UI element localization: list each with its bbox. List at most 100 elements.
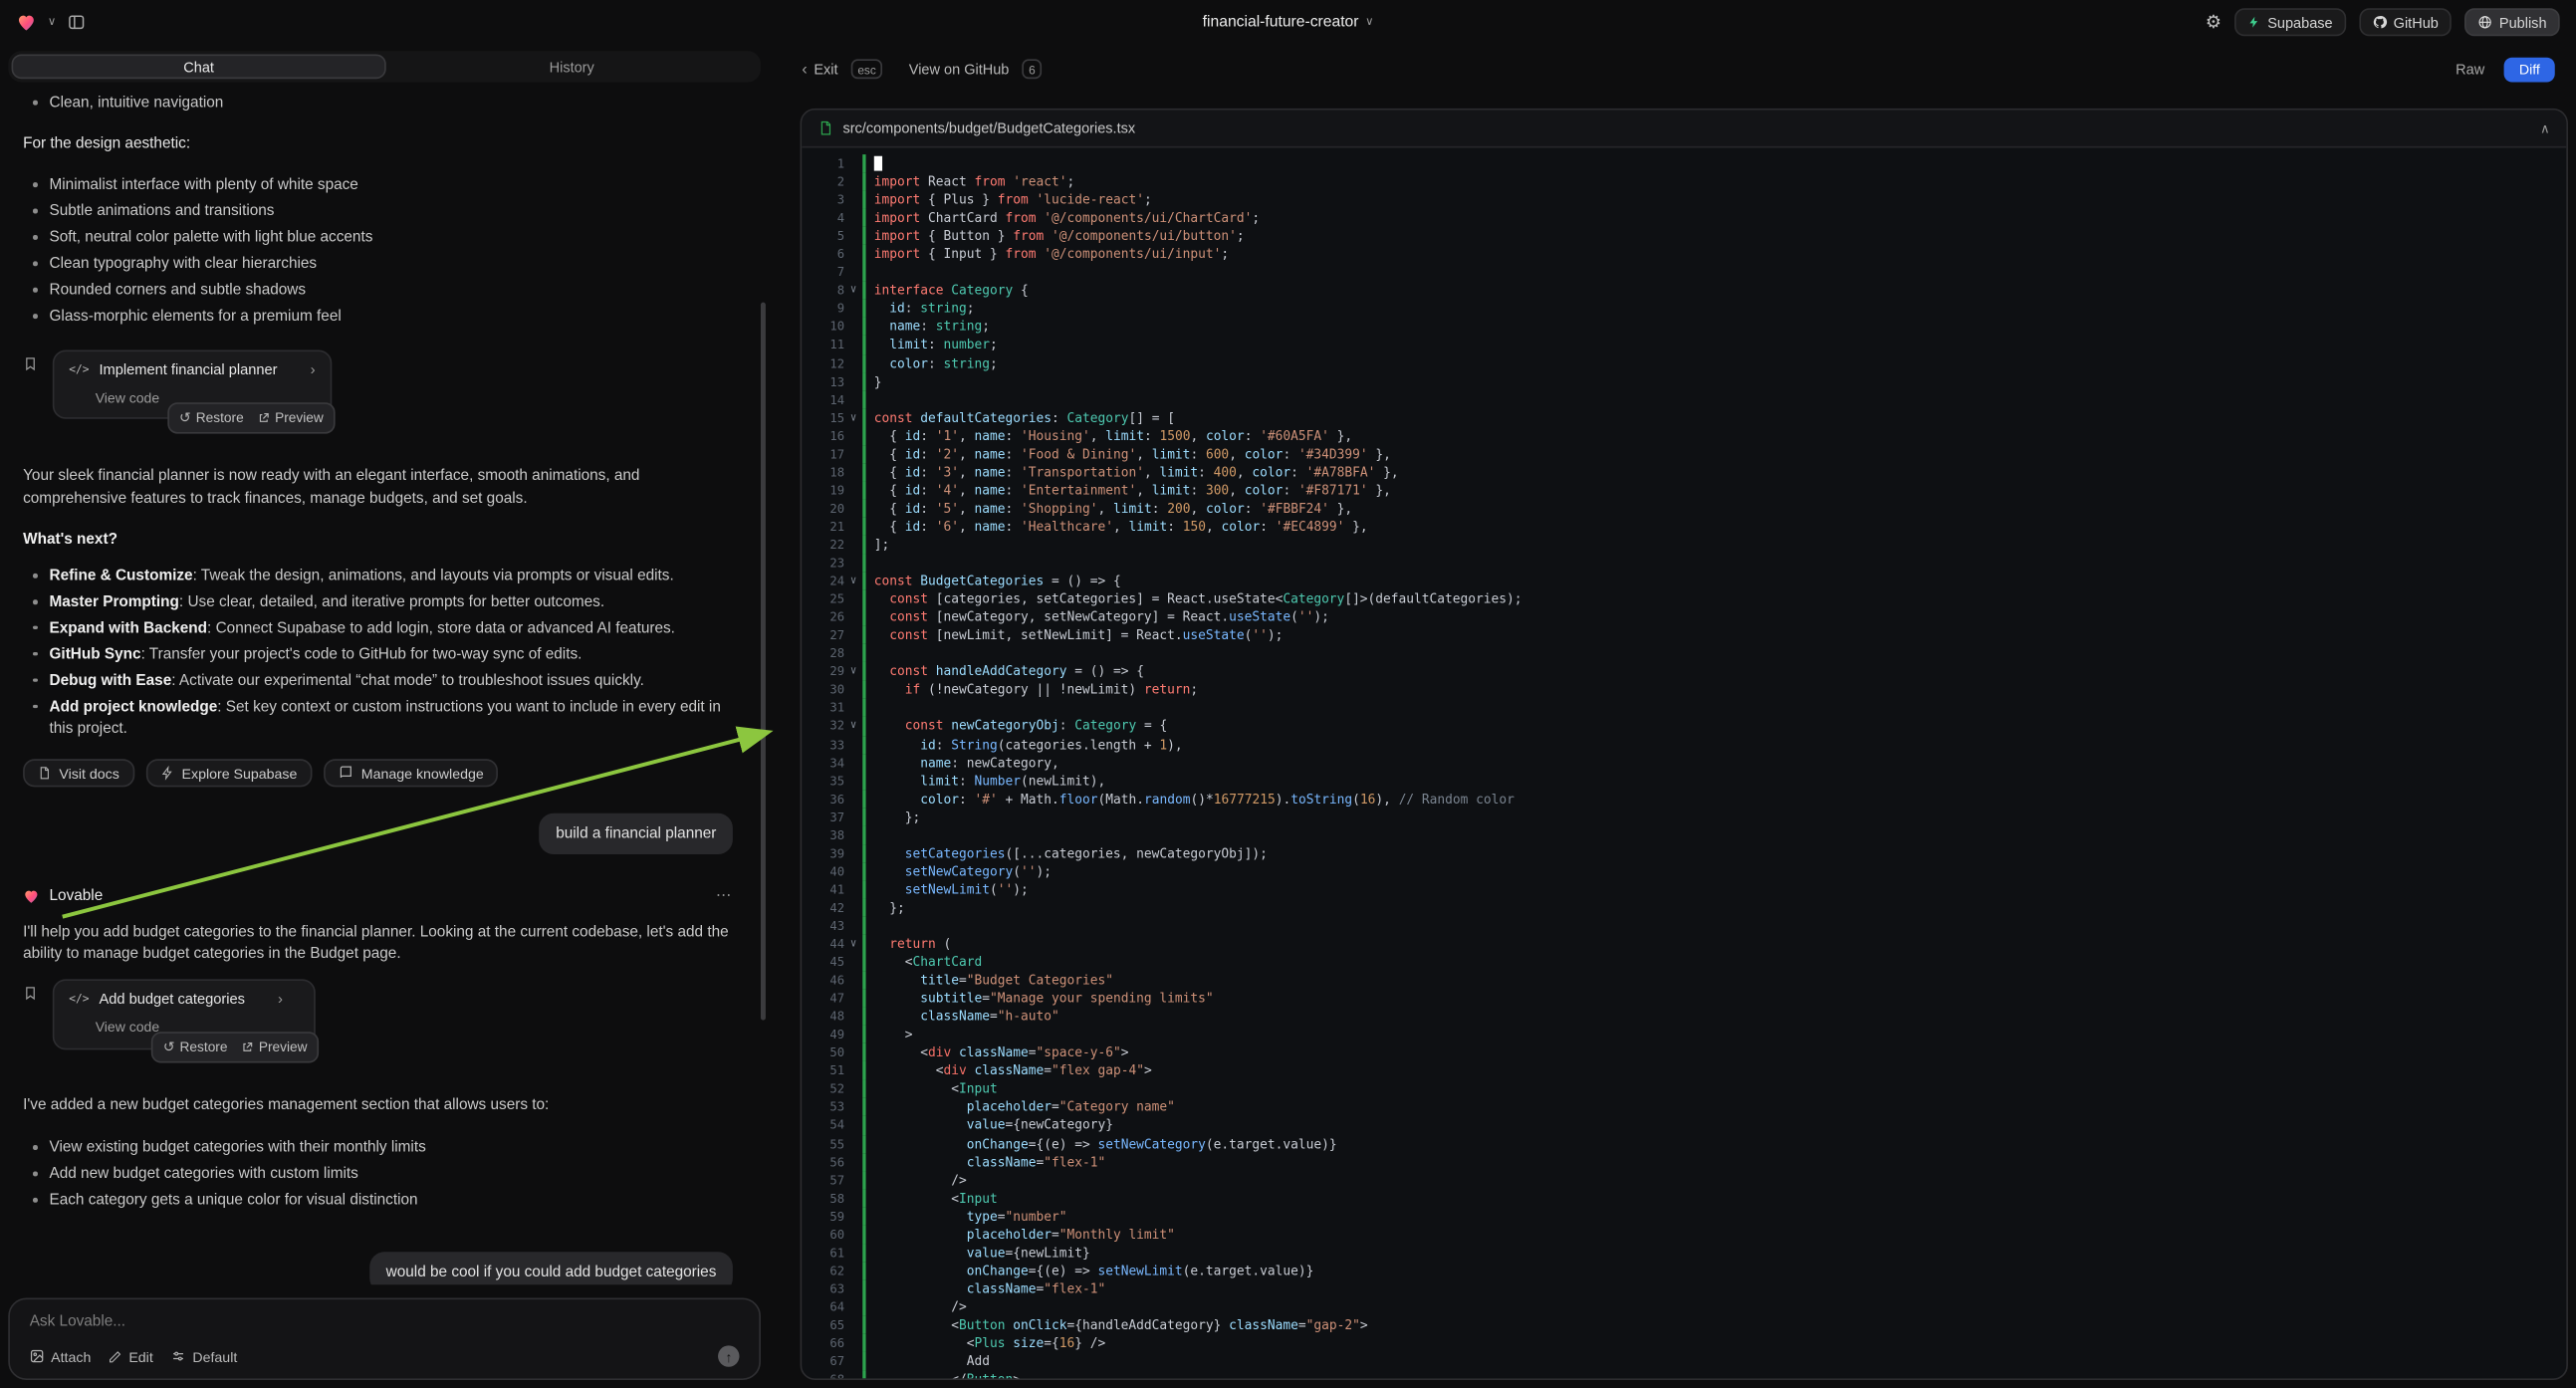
list-item: Each category gets a unique color for vi… [30,1190,746,1211]
code-line: 19 { id: '4', name: 'Entertainment', lim… [802,481,2566,499]
code-line: 9 id: string; [802,300,2566,318]
file-header[interactable]: src/components/budget/BudgetCategories.t… [802,111,2566,148]
chat-scroll-area[interactable]: Clean, intuitive navigation For the desi… [0,83,769,1285]
attach-image-icon [30,1349,45,1364]
code-editor[interactable]: 12import React from 'react';3import { Pl… [802,148,2566,1379]
code-line: 44∨ return ( [802,935,2566,953]
visit-docs-button[interactable]: Visit docs [23,760,134,788]
raw-view-button[interactable]: Raw [2456,61,2484,77]
list-item: Clean typography with clear hierarchies [30,253,746,274]
fold-chevron-icon[interactable]: ∨ [844,935,862,953]
code-line: 54 value={newCategory} [802,1116,2566,1134]
list-item: Soft, neutral color palette with light b… [30,227,746,248]
preview-button[interactable]: Preview [259,407,324,428]
restore-button[interactable]: ↺ Restore [179,407,244,428]
book-icon [339,767,353,782]
code-line: 30 if (!newCategory || !newLimit) return… [802,681,2566,699]
preview-button[interactable]: Preview [242,1038,307,1058]
view-on-github-button[interactable]: View on GitHub 6 [909,59,1043,79]
fold-chevron-icon[interactable]: ∨ [844,282,862,300]
lovable-logo-heart-icon[interactable] [17,13,37,31]
bookmark-icon[interactable] [23,354,38,419]
publish-button[interactable]: Publish [2464,8,2559,36]
supabase-bolt-icon [2247,15,2260,30]
list-item: Add new budget categories with custom li… [30,1164,746,1185]
list-item: Expand with Backend: Connect Supabase to… [30,617,746,638]
code-line: 12 color: string; [802,354,2566,372]
code-line: 62 onChange={(e) => setNewLimit(e.target… [802,1262,2566,1279]
pencil-icon [110,1349,122,1362]
text-cursor [874,156,881,170]
code-line: 8∨interface Category { [802,282,2566,300]
partial-bullet-list: Clean, intuitive navigation [30,92,746,113]
diff-view-button[interactable]: Diff [2504,57,2555,82]
code-line: 63 className="flex-1" [802,1279,2566,1297]
more-options-icon[interactable]: ⋯ [716,886,733,907]
github-button[interactable]: GitHub [2359,8,2452,36]
code-line: 41 setNewLimit(''); [802,880,2566,898]
fold-chevron-icon[interactable]: ∨ [844,662,862,680]
fold-chevron-icon[interactable]: ∨ [844,408,862,426]
bookmark-icon[interactable] [23,985,38,1049]
list-item: Add project knowledge: Set key context o… [30,696,746,738]
restore-button[interactable]: ↺ Restore [163,1038,228,1058]
sliders-icon [171,1349,186,1364]
code-line: 40 setNewCategory(''); [802,862,2566,880]
code-line: 18 { id: '3', name: 'Transportation', li… [802,463,2566,481]
exit-button[interactable]: ‹ Exit esc [802,59,882,79]
code-line: 1 [802,154,2566,172]
code-line: 17 { id: '2', name: 'Food & Dining', lim… [802,445,2566,463]
model-selector-button[interactable]: Default [171,1348,237,1365]
docs-icon [38,767,51,782]
code-line: 60 placeholder="Monthly limit" [802,1226,2566,1244]
publish-label: Publish [2499,14,2547,31]
code-line: 67 Add [802,1352,2566,1370]
toggle-sidebar-icon[interactable] [68,13,86,31]
code-line: 13} [802,372,2566,390]
esc-key-badge: esc [851,59,883,79]
code-line: 21 { id: '6', name: 'Healthcare', limit:… [802,518,2566,536]
chat-input[interactable]: Ask Lovable... [30,1312,740,1329]
edit-mode-button[interactable]: Edit [110,1348,153,1365]
code-line: 49 > [802,1026,2566,1043]
code-line: 48 className="h-auto" [802,1008,2566,1026]
list-item: Subtle animations and transitions [30,200,746,221]
list-item: Clean, intuitive navigation [30,92,746,113]
project-switcher[interactable]: financial-future-creator ∨ [1203,13,1374,31]
external-link-icon [242,1042,254,1054]
design-aesthetic-heading: For the design aesthetic: [23,132,746,154]
code-line: 38 [802,826,2566,844]
code-line: 34 name: newCategory, [802,754,2566,772]
code-line: 42 }; [802,898,2566,916]
manage-knowledge-button[interactable]: Manage knowledge [324,760,499,788]
tab-history[interactable]: History [386,54,758,79]
code-line: 32∨ const newCategoryObj: Category = { [802,717,2566,735]
code-line: 51 <div className="flex gap-4"> [802,1061,2566,1079]
logo-chevron-down-icon[interactable]: ∨ [48,17,56,29]
explore-supabase-button[interactable]: Explore Supabase [145,760,312,788]
code-line: 53 placeholder="Category name" [802,1098,2566,1116]
fold-chevron-icon[interactable]: ∨ [844,717,862,735]
list-item: Master Prompting: Use clear, detailed, a… [30,591,746,612]
added-section-intro: I've added a new budget categories manag… [23,1094,746,1116]
tab-chat[interactable]: Chat [12,54,386,79]
supabase-button[interactable]: Supabase [2234,8,2346,36]
code-line: 43 [802,917,2566,935]
list-item: Minimalist interface with plenty of whit… [30,174,746,195]
fold-chevron-icon[interactable]: ∨ [844,572,862,589]
chat-scrollbar-thumb[interactable] [761,303,766,1021]
chevron-up-icon[interactable]: ∧ [2540,120,2550,135]
code-line: 26 const [newCategory, setNewCategory] =… [802,608,2566,626]
send-button[interactable]: ↑ [718,1345,739,1366]
list-item: View existing budget categories with the… [30,1137,746,1158]
attach-button[interactable]: Attach [30,1348,92,1365]
project-title: financial-future-creator [1203,13,1359,31]
supabase-bolt-outline-icon [160,767,173,782]
assistant-name: Lovable [50,886,104,907]
added-bullet-list: View existing budget categories with the… [30,1137,746,1211]
settings-gear-icon[interactable]: ⚙ [2206,12,2222,33]
whats-next-heading: What's next? [23,529,746,551]
chevron-left-icon: ‹ [802,60,808,78]
chat-composer[interactable]: Ask Lovable... Attach Edit [8,1298,761,1381]
supabase-label: Supabase [2267,14,2332,31]
